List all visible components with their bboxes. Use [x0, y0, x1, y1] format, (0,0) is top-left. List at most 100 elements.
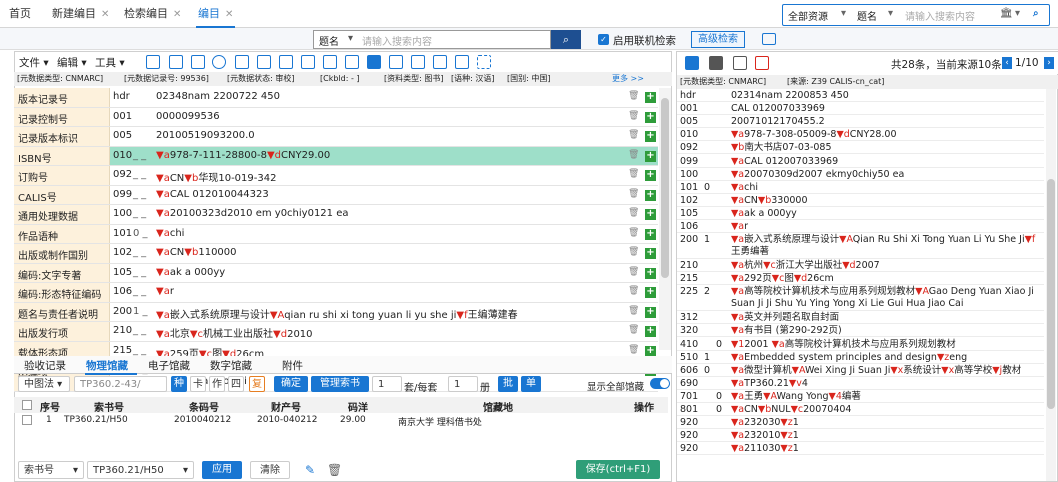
ref-field-row[interactable]: 106 ▼ar: [677, 220, 1044, 234]
field-tag[interactable]: 092: [113, 169, 132, 180]
marc-field-row[interactable]: 通用处理数据 100 _ _ ▼a20100323d2010 em y0chiy012…: [14, 205, 658, 225]
add-icon[interactable]: +: [645, 248, 656, 259]
callno-input[interactable]: TP360.2-43/: [74, 376, 167, 392]
trash-icon[interactable]: 🗑: [628, 228, 639, 239]
monitor-icon[interactable]: [762, 33, 776, 45]
quantity-input[interactable]: 1: [372, 376, 402, 392]
marc-field-row[interactable]: CALIS号 099 _ _ ▼aCAL 012010044323 🗑 +: [14, 185, 658, 205]
tab-new-catalog[interactable]: 新建编目 ✕: [52, 0, 109, 28]
search-input[interactable]: 请输入搜索内容: [362, 33, 432, 48]
abc-icon[interactable]: [257, 55, 271, 69]
field-value[interactable]: ▼a20100323d2010 em y0chiy0121 ea: [156, 208, 349, 219]
copy-icon[interactable]: [235, 55, 249, 69]
ref-field-row[interactable]: 100 ▼a20070309d2007 ekmy0chiy50 ea: [677, 168, 1044, 181]
folder-icon[interactable]: [345, 55, 359, 69]
trash-icon[interactable]: 🗑: [628, 111, 639, 122]
chevron-down-icon[interactable]: ▾: [841, 8, 846, 19]
grid-icon[interactable]: [191, 55, 205, 69]
field-indicator[interactable]: 1 _: [133, 306, 148, 317]
field-value[interactable]: ▼aak a 000yy: [156, 267, 225, 278]
trash-icon[interactable]: 🗑: [628, 208, 639, 219]
prev-page-button[interactable]: ‹: [1002, 57, 1012, 69]
marc-field-row[interactable]: 题名与责任者说明 200 1 _ ▼a嵌入式系统原理与设计▼Aqian ru shi …: [14, 302, 658, 322]
record-icon[interactable]: [685, 56, 699, 70]
search-record-icon[interactable]: [169, 55, 183, 69]
ref-field-row[interactable]: 920 ▼a232010▼z1: [677, 429, 1044, 443]
field-value[interactable]: ▼aCN▼b华现10-019-342: [156, 169, 276, 184]
marc-field-row[interactable]: 记录控制号 001 0000099536 🗑 +: [14, 107, 658, 127]
field-indicator[interactable]: _ _: [133, 169, 146, 180]
marc-field-row[interactable]: ISBN号 010 _ _ ▼a978-7-111-28800-8▼dCNY29.00…: [14, 146, 658, 166]
field-indicator[interactable]: _ _: [133, 150, 146, 161]
add-icon[interactable]: +: [645, 287, 656, 298]
field-tag[interactable]: 200: [113, 306, 132, 317]
volume-input[interactable]: 1: [448, 376, 478, 392]
menu-edit[interactable]: 编辑 ▾: [57, 55, 87, 70]
close-icon[interactable]: ✕: [101, 9, 109, 20]
ref-field-row[interactable]: 215 ▼a292页▼c图▼d26cm: [677, 272, 1044, 286]
field-tag[interactable]: 099: [113, 189, 132, 200]
trash-icon[interactable]: 🗑: [628, 286, 639, 297]
ref-field-row[interactable]: 105 ▼aak a 000yy: [677, 207, 1044, 220]
library-icon[interactable]: 🏛: [1000, 8, 1013, 19]
ref-field-row[interactable]: 099 ▼aCAL 012007033969: [677, 155, 1044, 168]
marc-field-row[interactable]: 编码:文字专著 105 _ _ ▼aak a 000yy 🗑 +: [14, 263, 658, 283]
tab-digital[interactable]: 数字馆藏: [210, 358, 252, 373]
copy-button[interactable]: 复: [249, 376, 265, 392]
chevron-down-icon[interactable]: ▾: [888, 8, 893, 19]
ref-field-row[interactable]: 001 CAL 012007033969: [677, 102, 1044, 116]
save-button[interactable]: 保存(ctrl+F1): [576, 460, 660, 479]
ref-field-row[interactable]: 690 ▼aTP360.21▼v4: [677, 377, 1044, 390]
field-tag[interactable]: 101: [113, 228, 132, 239]
ref-field-row[interactable]: 225 2 ▼a高等院校计算机技术与应用系列规划教材▼AGao Deng Yuan …: [677, 285, 1044, 312]
confirm-button[interactable]: 确定: [274, 376, 308, 392]
ref-field-row[interactable]: 701 0 ▼a王勇▼AWang Yong▼4编著: [677, 390, 1044, 403]
field-indicator[interactable]: _ _: [133, 286, 146, 297]
add-icon[interactable]: +: [645, 267, 656, 279]
exit-icon[interactable]: [755, 56, 769, 70]
scroll-thumb[interactable]: [661, 98, 669, 278]
field-indicator[interactable]: _ _: [133, 325, 146, 336]
add-icon[interactable]: +: [645, 228, 656, 240]
tab-home[interactable]: 首页: [9, 0, 31, 28]
field-value[interactable]: 20100519093200.0: [156, 130, 255, 141]
field-value[interactable]: ▼a978-7-111-28800-8▼dCNY29.00: [156, 150, 330, 161]
reference-scrollbar[interactable]: [1046, 89, 1056, 481]
manage-callno-button[interactable]: 管理索书号: [311, 376, 369, 405]
tab-search-catalog[interactable]: 检索编目 ✕: [124, 0, 181, 28]
list-icon[interactable]: [301, 55, 315, 69]
document-icon[interactable]: [279, 55, 293, 69]
chevron-down-icon[interactable]: ▾: [1015, 8, 1020, 19]
field-value[interactable]: ▼a嵌入式系统原理与设计▼Aqian ru shi xi tong yuan l…: [156, 306, 518, 321]
table-row[interactable]: 1 TP360.21/H50 2010040212 2010-040212 29…: [14, 413, 668, 427]
field-tag[interactable]: 001: [113, 111, 132, 122]
field-value[interactable]: ▼aCAL 012010044323: [156, 189, 269, 200]
search-box[interactable]: 题名 ▾ 请输入搜索内容: [313, 30, 551, 49]
field-value[interactable]: ▼aCN▼b110000: [156, 247, 237, 258]
marc-field-row[interactable]: 记录版本标识 005 20100519093200.0 🗑 +: [14, 127, 658, 147]
ref-field-row[interactable]: 005 20071012170455.2: [677, 115, 1044, 129]
menu-tools[interactable]: 工具 ▾: [95, 55, 125, 70]
ref-field-row[interactable]: 606 0 ▼a微型计算机▼AWei Xing Ji Suan Ji▼x系统设计▼x…: [677, 364, 1044, 377]
add-icon[interactable]: +: [645, 111, 656, 123]
add-icon[interactable]: +: [645, 170, 656, 181]
trash-icon[interactable]: 🗑: [628, 189, 639, 200]
field-select[interactable]: 题名: [857, 8, 877, 23]
ref-field-row[interactable]: 102 ▼aCN▼b330000: [677, 194, 1044, 207]
author-button[interactable]: 作: [209, 376, 225, 392]
fullscreen-icon[interactable]: [477, 55, 491, 69]
field-value[interactable]: ▼ar: [156, 286, 174, 297]
field-tag[interactable]: hdr: [113, 91, 130, 102]
merge-icon[interactable]: [709, 56, 723, 70]
ref-field-row[interactable]: 920 ▼a211030▼z1: [677, 442, 1044, 456]
marc-field-row[interactable]: 出版或制作国别 102 _ _ ▼aCN▼b110000 🗑 +: [14, 244, 658, 264]
classification-select[interactable]: 中图法 ▾: [18, 376, 70, 392]
new-record-icon[interactable]: [146, 55, 160, 69]
more-link[interactable]: 更多 >>: [612, 72, 644, 86]
search-field-select[interactable]: 题名: [319, 33, 339, 48]
add-icon[interactable]: +: [645, 150, 656, 162]
marc-field-row[interactable]: 订购号 092 _ _ ▼aCN▼b华现10-019-342 🗑 +: [14, 166, 658, 186]
add-icon[interactable]: +: [645, 131, 656, 142]
ref-field-row[interactable]: 801 0 ▼aCN▼bNUL▼c20070404: [677, 403, 1044, 417]
trash-icon[interactable]: 🗑: [327, 463, 342, 477]
